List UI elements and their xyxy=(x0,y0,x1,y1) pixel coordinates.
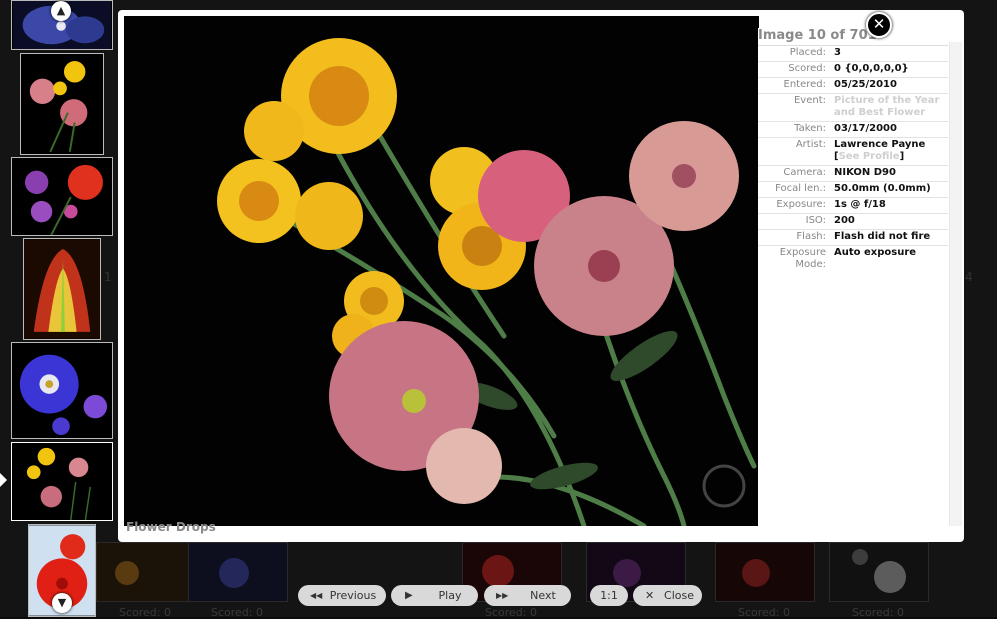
gallery-score: Scored: 0 xyxy=(211,606,263,619)
close-icon: ✕ xyxy=(645,589,655,602)
filmstrip-thumb-current[interactable] xyxy=(11,442,113,521)
current-thumb-pointer xyxy=(0,473,7,487)
one-to-one-button[interactable]: 1:1 xyxy=(590,585,628,606)
see-profile-link[interactable]: See Profile xyxy=(839,151,900,162)
close-label: Close xyxy=(664,589,694,602)
filmstrip-thumb[interactable] xyxy=(20,53,104,155)
info-value: 50.0mm (0.0mm) xyxy=(834,183,931,194)
gallery-thumb[interactable] xyxy=(829,542,929,602)
event-link[interactable]: Picture of the Year and Best Flower xyxy=(834,95,948,119)
filmstrip-up-button[interactable]: ▲ xyxy=(51,1,71,21)
gallery-index-right: 4 xyxy=(965,270,973,284)
info-label: Taken: xyxy=(794,123,826,134)
gallery-score: Scored: 0 xyxy=(852,606,904,619)
artist-name: Lawrence Payne xyxy=(834,139,926,150)
info-value: Auto exposure xyxy=(834,247,917,258)
photo-info-panel: Image 10 of 701 Placed: 3 Scored: 0 {0,0,0… xyxy=(758,28,948,526)
info-row-taken: Taken: 03/17/2000 xyxy=(758,122,948,138)
info-row-scored: Scored: 0 {0,0,0,0,0} xyxy=(758,62,948,78)
info-row-camera: Camera: NIKON D90 xyxy=(758,166,948,182)
gallery-score: Scored: 0 xyxy=(485,606,537,619)
info-label: Event: xyxy=(793,95,826,106)
info-label: Camera: xyxy=(783,167,826,178)
info-value: 200 xyxy=(834,215,855,226)
info-label: Exposure Mode: xyxy=(779,247,826,270)
filmstrip-thumb[interactable] xyxy=(23,238,101,340)
info-row-event: Event: Picture of the Year and Best Flowe… xyxy=(758,94,948,122)
info-label: Exposure: xyxy=(776,199,826,210)
info-row-exposure: Exposure: 1s @ f/18 xyxy=(758,198,948,214)
gallery-thumb[interactable] xyxy=(715,542,815,602)
info-row-artist: Artist: Lawrence Payne [See Profile] xyxy=(758,138,948,166)
info-label: Flash: xyxy=(796,231,826,242)
info-label: Scored: xyxy=(788,63,826,74)
close-button[interactable]: ✕ Close xyxy=(633,585,702,606)
next-button[interactable]: ▶▶ Next xyxy=(484,585,571,606)
one-to-one-label: 1:1 xyxy=(600,589,618,602)
info-value: 3 xyxy=(834,47,841,58)
main-photo xyxy=(124,16,759,526)
fast-forward-icon: ▶▶ xyxy=(496,591,509,600)
info-value: NIKON D90 xyxy=(834,167,896,178)
info-label: Placed: xyxy=(789,47,826,58)
play-label: Play xyxy=(438,589,462,602)
filmstrip: ▲ ▼ xyxy=(0,0,118,617)
photo-caption: Flower Drops xyxy=(126,520,216,534)
info-label: ISO: xyxy=(805,215,826,226)
filmstrip-thumb[interactable] xyxy=(11,342,113,439)
info-value: 05/25/2010 xyxy=(834,79,897,90)
image-counter: Image 10 of 701 xyxy=(758,28,948,46)
info-row-entered: Entered: 05/25/2010 xyxy=(758,78,948,94)
info-row-placed: Placed: 3 xyxy=(758,46,948,62)
info-label: Entered: xyxy=(783,79,827,90)
chevron-up-icon: ▲ xyxy=(56,4,66,17)
info-label: Focal len.: xyxy=(775,183,826,194)
info-value: 0 {0,0,0,0,0} xyxy=(834,63,909,74)
gallery-thumb[interactable] xyxy=(188,542,288,602)
info-scrollbar[interactable] xyxy=(949,42,962,526)
close-modal-button[interactable]: ✕ xyxy=(866,12,892,38)
play-button[interactable]: ▶ Play xyxy=(391,585,478,606)
next-label: Next xyxy=(530,589,556,602)
info-row-focal-length: Focal len.: 50.0mm (0.0mm) xyxy=(758,182,948,198)
lightbox-modal: Flower Drops Image 10 of 701 Placed: 3 Sc… xyxy=(118,10,964,542)
bracket-close: ] xyxy=(899,151,905,162)
filmstrip-down-button[interactable]: ▼ xyxy=(52,593,72,613)
info-value: 1s @ f/18 xyxy=(834,199,886,210)
info-row-exposure-mode: Exposure Mode: Auto exposure xyxy=(758,246,948,273)
chevron-down-icon: ▼ xyxy=(57,596,67,609)
filmstrip-thumb[interactable] xyxy=(11,157,113,236)
previous-label: Previous xyxy=(329,589,377,602)
close-icon: ✕ xyxy=(872,15,886,33)
info-row-iso: ISO: 200 xyxy=(758,214,948,230)
info-value: Flash did not fire xyxy=(834,231,931,242)
play-icon: ▶ xyxy=(405,590,413,601)
info-label: Artist: xyxy=(795,139,826,150)
info-value: 03/17/2000 xyxy=(834,123,897,134)
info-row-flash: Flash: Flash did not fire xyxy=(758,230,948,246)
gallery-score: Scored: 0 xyxy=(738,606,790,619)
previous-button[interactable]: ◀◀ Previous xyxy=(298,585,386,606)
